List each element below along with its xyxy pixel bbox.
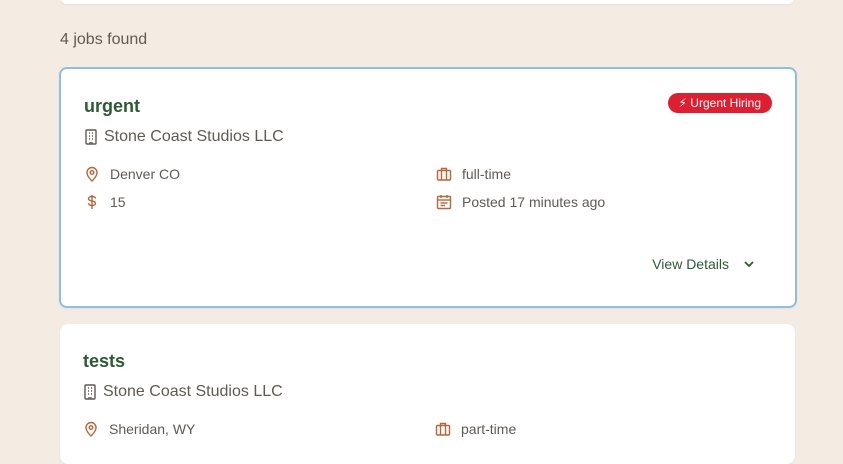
job-card[interactable]: tests Stone Coast Studios LLC Sheridan, … — [60, 324, 795, 464]
urgent-hiring-badge: ⚡ Urgent Hiring — [667, 93, 772, 113]
company-name: Stone Coast Studios LLC — [83, 383, 283, 401]
view-details-label: View Details — [652, 256, 729, 272]
posted-date: Posted 17 minutes ago — [436, 194, 605, 210]
calendar-icon — [436, 195, 452, 210]
briefcase-icon — [436, 167, 452, 181]
building-icon — [84, 384, 96, 400]
job-card[interactable]: urgent ⚡ Urgent Hiring Stone Coast Studi… — [59, 67, 797, 308]
job-type: part-time — [435, 421, 516, 437]
posted-label: Posted 17 minutes ago — [462, 194, 606, 210]
salary-label: 15 — [110, 194, 126, 210]
building-icon — [85, 129, 97, 145]
job-type: full-time — [436, 166, 511, 182]
chevron-down-icon — [744, 261, 754, 268]
location-label: Denver CO — [110, 166, 181, 182]
company-label: Stone Coast Studios LLC — [103, 383, 283, 400]
previous-card-edge — [60, 0, 795, 4]
location-label: Sheridan, WY — [109, 421, 196, 437]
results-count: 4 jobs found — [60, 31, 148, 48]
job-type-label: part-time — [461, 421, 517, 437]
job-type-label: full-time — [462, 166, 512, 182]
company-name: Stone Coast Studios LLC — [84, 128, 284, 146]
dollar-icon — [87, 195, 97, 209]
company-label: Stone Coast Studios LLC — [104, 128, 284, 145]
location: Denver CO — [84, 166, 180, 182]
location: Sheridan, WY — [83, 421, 195, 437]
briefcase-icon — [435, 422, 451, 436]
job-title[interactable]: urgent — [84, 96, 140, 117]
job-title[interactable]: tests — [83, 351, 125, 372]
urgent-hiring-label: ⚡ Urgent Hiring — [678, 96, 761, 110]
map-pin-icon — [85, 421, 97, 437]
view-details-button[interactable]: View Details — [652, 256, 755, 272]
map-pin-icon — [86, 166, 98, 182]
salary: 15 — [84, 194, 126, 210]
